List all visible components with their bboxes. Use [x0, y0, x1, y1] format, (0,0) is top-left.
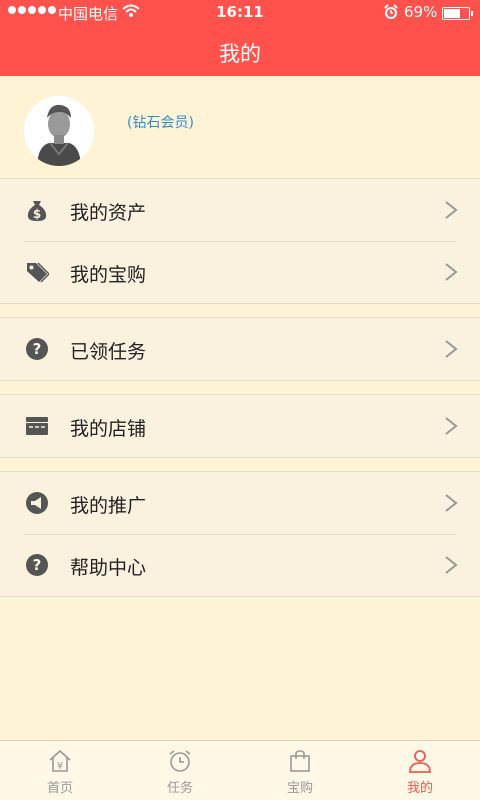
tab-home[interactable]: ¥ 首页 — [0, 741, 120, 800]
nav-bar: 我的 — [0, 26, 480, 76]
alarm-clock-icon — [169, 750, 191, 772]
svg-text:?: ? — [33, 340, 42, 358]
menu-group-assets: $ 我的资产 我的宝购 — [0, 178, 480, 304]
tab-tasks[interactable]: 任务 — [120, 741, 240, 800]
menu-item-label: 帮助中心 — [70, 557, 147, 579]
menu-item-label: 已领任务 — [70, 341, 147, 363]
menu-item-my-assets[interactable]: $ 我的资产 — [0, 179, 480, 241]
money-bag-icon: $ — [27, 201, 47, 221]
tab-mine[interactable]: 我的 — [360, 741, 480, 800]
shopping-bag-icon — [290, 750, 310, 772]
menu-item-my-purchases[interactable]: 我的宝购 — [0, 241, 480, 303]
question-circle-icon: ? — [26, 554, 48, 576]
menu-item-label: 我的店铺 — [70, 418, 147, 440]
bottom-tab-bar: ¥ 首页 任务 宝购 我的 — [0, 740, 480, 800]
tab-purchases[interactable]: 宝购 — [240, 741, 360, 800]
menu-group-promotion: 我的推广 ? 帮助中心 — [0, 471, 480, 597]
tag-icon — [27, 262, 49, 283]
battery-icon — [442, 7, 473, 20]
alarm-icon — [384, 4, 398, 19]
tab-label: 首页 — [46, 781, 73, 796]
svg-text:?: ? — [33, 556, 42, 574]
tab-label: 任务 — [166, 781, 193, 796]
default-avatar-icon — [24, 96, 94, 166]
person-icon — [409, 750, 431, 773]
menu-item-my-store[interactable]: 我的店铺 — [0, 395, 480, 457]
menu-item-my-promotion[interactable]: 我的推广 — [0, 472, 480, 534]
menu-group-store: 我的店铺 — [0, 394, 480, 458]
profile-header[interactable]: (钻石会员) — [0, 76, 480, 178]
svg-text:$: $ — [33, 207, 41, 221]
chevron-right-icon — [445, 417, 458, 435]
menu-item-label: 我的推广 — [70, 495, 147, 517]
chevron-right-icon — [445, 263, 458, 281]
home-yen-icon: ¥ — [49, 749, 71, 772]
chevron-right-icon — [445, 556, 458, 574]
status-bar: 中国电信 16:11 69% — [0, 0, 480, 26]
menu-group-tasks: ? 已领任务 — [0, 317, 480, 381]
menu-item-label: 我的资产 — [70, 202, 147, 224]
tab-label: 宝购 — [286, 781, 313, 796]
menu-item-help-center[interactable]: ? 帮助中心 — [0, 534, 480, 596]
svg-text:¥: ¥ — [57, 761, 63, 772]
member-level-badge: (钻石会员) — [127, 115, 194, 131]
menu-item-claimed-tasks[interactable]: ? 已领任务 — [0, 318, 480, 380]
avatar[interactable] — [24, 96, 94, 166]
chevron-right-icon — [445, 494, 458, 512]
page-title: 我的 — [219, 42, 261, 66]
chevron-right-icon — [445, 340, 458, 358]
tab-label: 我的 — [406, 781, 433, 796]
question-circle-icon: ? — [26, 338, 48, 360]
menu-item-label: 我的宝购 — [70, 264, 147, 286]
store-icon — [26, 417, 48, 435]
megaphone-icon — [26, 492, 48, 514]
battery-percent: 69% — [404, 3, 438, 21]
chevron-right-icon — [445, 201, 458, 219]
